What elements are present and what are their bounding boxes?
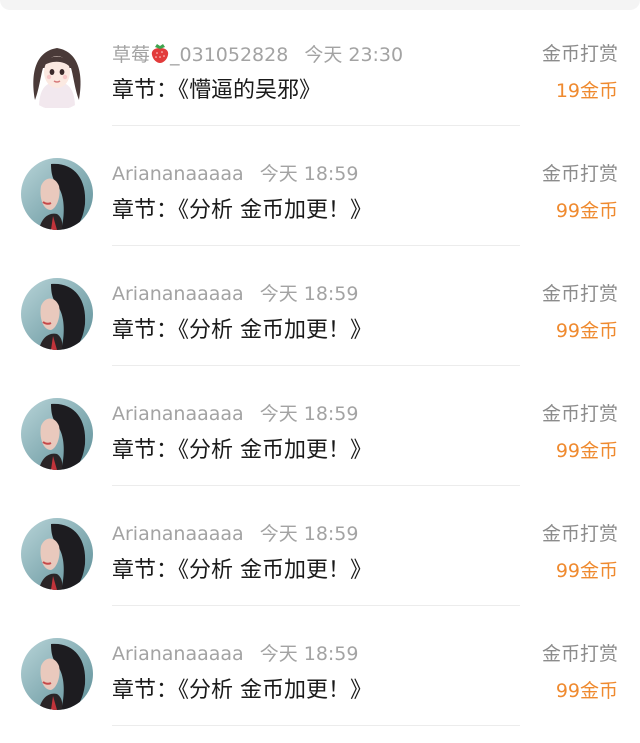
girl-illustration-avatar (21, 38, 93, 110)
username[interactable]: Ariananaaaaa (112, 523, 244, 545)
tip-type-label: 金币打赏 (541, 643, 618, 665)
chapter-title[interactable]: 章节：《分析 金币加更！》 (112, 676, 372, 706)
username-line: Ariananaaaaa 今天 18:59 (112, 282, 358, 306)
username-line: Ariananaaaaa 今天 18:59 (112, 522, 358, 546)
woman-photo-avatar (21, 398, 93, 470)
username[interactable]: Ariananaaaaa (112, 283, 244, 305)
tip-amount: 99金币 (555, 320, 618, 342)
tip-amount: 99金币 (555, 560, 618, 582)
chapter-title[interactable]: 章节：《分析 金币加更！》 (112, 556, 372, 586)
tip-record-item[interactable]: Ariananaaaaa 今天 18:59 章节：《分析 金币加更！》 金币打赏 … (0, 246, 640, 366)
tip-record-item[interactable]: Arianana­aaaa 今天 18:59 章节：《分析 金币加更！》 金币打赏… (0, 126, 640, 246)
tip-amount: 99金币 (555, 440, 618, 462)
timestamp: 今天 18:59 (259, 163, 359, 185)
woman-photo-avatar (21, 278, 93, 350)
chapter-title[interactable]: 章节：《分析 金币加更！》 (112, 436, 372, 466)
tip-record-page: 草莓 _031052828 今天 23:30 章节：《懵逼的吴邪》 金币打赏 19金… (0, 0, 640, 743)
timestamp: 今天 23:30 (304, 44, 404, 66)
tip-record-item[interactable]: Ariananaaaaa 今天 18:59 章节：《分析 金币加更！》 金币打赏 … (0, 606, 640, 726)
user-avatar[interactable] (21, 278, 93, 350)
tip-record-item[interactable]: 草莓 _031052828 今天 23:30 章节：《懵逼的吴邪》 金币打赏 19金… (0, 6, 640, 126)
user-avatar[interactable] (21, 518, 93, 590)
tip-amount: 99金币 (555, 680, 618, 702)
tip-record-item[interactable]: Ariananaaaaa 今天 18:59 章节：《分析 金币加更！》 金币打赏 … (0, 486, 640, 606)
user-avatar[interactable] (21, 398, 93, 470)
chapter-title[interactable]: 章节：《懵逼的吴邪》 (112, 76, 321, 106)
tip-type-label: 金币打赏 (541, 403, 618, 425)
username-line: Arianana­aaaa 今天 18:59 (112, 162, 358, 186)
username[interactable]: Ariananaaaaa (112, 403, 244, 425)
user-avatar[interactable] (21, 158, 93, 230)
timestamp: 今天 18:59 (259, 283, 359, 305)
tip-amount: 19金币 (555, 80, 618, 102)
timestamp: 今天 18:59 (259, 523, 359, 545)
user-avatar[interactable] (21, 38, 93, 110)
timestamp: 今天 18:59 (259, 403, 359, 425)
tip-type-label: 金币打赏 (541, 43, 618, 65)
strawberry-icon (151, 44, 169, 63)
timestamp: 今天 18:59 (259, 643, 359, 665)
chapter-title[interactable]: 章节：《分析 金币加更！》 (112, 196, 372, 226)
tip-record-item[interactable]: Ariananaaaaa 今天 18:59 章节：《分析 金币加更！》 金币打赏 … (0, 366, 640, 486)
row-divider (112, 725, 520, 726)
username[interactable]: 草莓 (112, 44, 150, 66)
tip-type-label: 金币打赏 (541, 163, 618, 185)
tip-type-label: 金币打赏 (541, 283, 618, 305)
tip-type-label: 金币打赏 (541, 523, 618, 545)
tip-amount: 99金币 (555, 200, 618, 222)
username[interactable]: Ariananaaaaa (112, 643, 244, 665)
username-line: Ariananaaaaa 今天 18:59 (112, 642, 358, 666)
chapter-title[interactable]: 章节：《分析 金币加更！》 (112, 316, 372, 346)
woman-photo-avatar (21, 158, 93, 230)
username[interactable]: Arianana­aaaa (112, 163, 244, 185)
username-suffix: _031052828 (170, 44, 289, 66)
woman-photo-avatar (21, 638, 93, 710)
username-line: 草莓 _031052828 今天 23:30 (112, 42, 403, 66)
username-line: Ariananaaaaa 今天 18:59 (112, 402, 358, 426)
user-avatar[interactable] (21, 638, 93, 710)
woman-photo-avatar (21, 518, 93, 590)
